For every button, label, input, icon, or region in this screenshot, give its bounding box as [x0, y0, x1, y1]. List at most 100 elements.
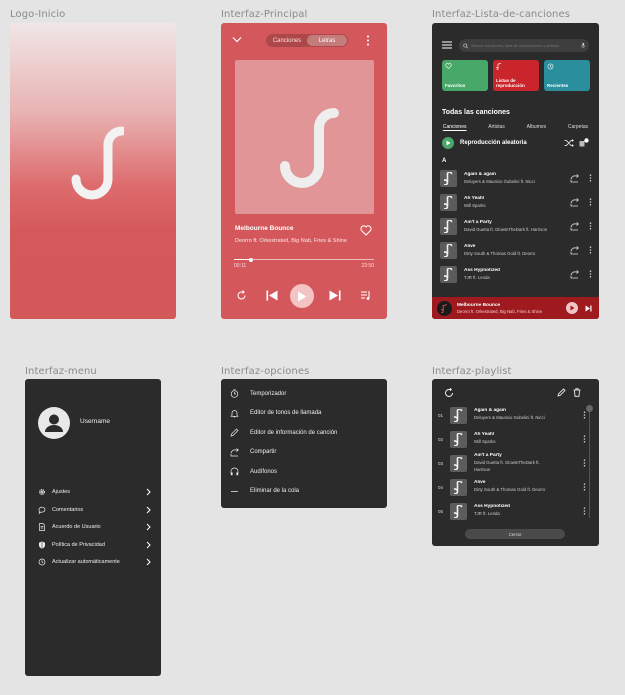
- more-vertical-icon[interactable]: [583, 411, 586, 419]
- shuffle-icon[interactable]: [564, 139, 574, 147]
- song-artist: TJR ft. Lenda: [474, 511, 500, 517]
- music-note-icon: [443, 219, 454, 233]
- list-tabs: Canciones Artistas Albumes Carpetas: [432, 124, 599, 130]
- more-vertical-icon[interactable]: [589, 222, 592, 230]
- refresh-icon[interactable]: [444, 388, 454, 398]
- repeat-icon[interactable]: [236, 290, 247, 301]
- chevron-down-icon[interactable]: [232, 36, 242, 43]
- option-item[interactable]: Editor de información de canción: [230, 428, 337, 437]
- share-icon[interactable]: [570, 173, 579, 183]
- option-item[interactable]: Editor de tonos de llamada: [230, 409, 321, 418]
- option-item[interactable]: Compartir: [230, 447, 277, 457]
- song-artist: David Guetta ft. GlowInTheDark ft. Harri…: [464, 227, 548, 232]
- playlist-row[interactable]: 05 Ass Hypnotized TJR ft. Lenda: [438, 501, 586, 521]
- song-text: Ass Hypnotized TJR ft. Lenda: [474, 504, 583, 517]
- section-title: Todas las canciones: [442, 109, 510, 116]
- elapsed-time: 00:11: [234, 263, 247, 269]
- tab-songs[interactable]: Canciones: [443, 124, 467, 130]
- more-vertical-icon[interactable]: [366, 35, 370, 46]
- song-row[interactable]: Alive Dirty South & Thomas Gold ft. Deorr…: [440, 240, 592, 260]
- menu-item[interactable]: Política de Privacidad: [38, 541, 151, 549]
- song-list-screen: Favoritos Listas de reproducción Recient…: [432, 23, 599, 319]
- search-icon: [463, 43, 469, 48]
- song-artist: Will Sparks: [464, 203, 486, 208]
- avatar[interactable]: [38, 407, 70, 439]
- tab-songs[interactable]: Canciones: [267, 35, 307, 46]
- menu-item[interactable]: Acuerdo de Usuario: [38, 523, 151, 531]
- more-vertical-icon[interactable]: [583, 459, 586, 467]
- song-artist: TJR ft. Lenda: [464, 275, 490, 280]
- queue-icon[interactable]: [360, 290, 371, 301]
- play-icon: [298, 291, 307, 301]
- more-vertical-icon[interactable]: [589, 246, 592, 254]
- tab-artists[interactable]: Artistas: [488, 124, 505, 130]
- tab-albums[interactable]: Albumes: [527, 124, 546, 130]
- song-row[interactable]: Ain't a Party David Guetta ft. GlowInTheD…: [440, 216, 592, 236]
- menu-item[interactable]: Ajustes: [38, 488, 151, 496]
- song-thumbnail: [440, 265, 457, 283]
- music-note-icon: [441, 303, 447, 313]
- next-icon[interactable]: [585, 305, 592, 312]
- menu-item[interactable]: Comentarios: [38, 506, 151, 514]
- mini-play-button[interactable]: [566, 302, 578, 314]
- chevron-right-icon: [146, 506, 151, 514]
- track-number: 02: [438, 436, 444, 442]
- progress-bar[interactable]: [234, 257, 374, 262]
- microphone-icon[interactable]: [580, 42, 585, 49]
- trash-icon[interactable]: [573, 388, 581, 397]
- close-button[interactable]: Cerrar: [465, 529, 565, 539]
- shuffle-play-button[interactable]: [442, 137, 454, 149]
- progress-knob[interactable]: [248, 257, 253, 262]
- username: Username: [80, 418, 110, 425]
- song-title: Alive: [474, 480, 486, 486]
- category-recent[interactable]: Recientes: [544, 60, 590, 91]
- option-label: Eliminar de la cola: [250, 488, 300, 494]
- tab-lyrics[interactable]: Letras: [307, 35, 347, 46]
- song-thumbnail: [450, 502, 467, 520]
- next-icon[interactable]: [329, 290, 341, 301]
- mini-player[interactable]: Melbourne Bounce Deorro ft. Orkestrated,…: [432, 297, 599, 319]
- more-vertical-icon[interactable]: [583, 483, 586, 491]
- share-icon[interactable]: [570, 269, 579, 279]
- song-row[interactable]: Ah Yeah! Will Sparks: [440, 192, 592, 212]
- option-item[interactable]: Temporizador: [230, 389, 286, 398]
- share-icon[interactable]: [570, 221, 579, 231]
- share-icon[interactable]: [570, 197, 579, 207]
- pencil-icon[interactable]: [557, 388, 566, 397]
- heart-icon[interactable]: [360, 225, 372, 236]
- chevron-right-icon: [146, 558, 151, 566]
- song-text: Again & again Deluyers & Mauricio Gubelin…: [464, 172, 570, 184]
- more-vertical-icon[interactable]: [589, 198, 592, 206]
- more-vertical-icon[interactable]: [589, 174, 592, 182]
- scrollbar-thumb[interactable]: [586, 405, 593, 412]
- playlist-row[interactable]: 04 Alive Dirty South & Thomas Gold ft. Deo…: [438, 477, 586, 497]
- select-mode-icon[interactable]: [579, 138, 589, 147]
- option-item[interactable]: Eliminar de la cola: [230, 487, 299, 496]
- menu-item[interactable]: Actualizar automáticamente: [38, 558, 151, 566]
- category-playlists[interactable]: Listas de reproducción: [493, 60, 539, 91]
- option-item[interactable]: Audífonos: [230, 467, 277, 476]
- song-row[interactable]: Ass Hypnotized TJR ft. Lenda: [440, 264, 592, 284]
- search-input[interactable]: [471, 43, 581, 48]
- song-thumbnail: [440, 193, 457, 211]
- menu-item-label: Comentarios: [52, 506, 84, 513]
- hamburger-menu-icon[interactable]: [442, 41, 452, 49]
- minus-icon: [230, 487, 239, 496]
- option-label: Compartir: [250, 449, 277, 455]
- more-vertical-icon[interactable]: [583, 435, 586, 443]
- more-vertical-icon[interactable]: [583, 507, 586, 515]
- song-row[interactable]: Again & again Deluyers & Mauricio Gubelin…: [440, 168, 592, 188]
- playlist-row[interactable]: 02 Ah Yeah! Will Sparks: [438, 429, 586, 449]
- share-icon[interactable]: [570, 245, 579, 255]
- song-artist: Deorro ft. Orkestrated, Big Nab, Fries &…: [235, 238, 347, 244]
- user-icon: [45, 414, 63, 432]
- previous-icon[interactable]: [266, 290, 278, 301]
- category-favorites[interactable]: Favoritos: [442, 60, 488, 91]
- logo-screen: [10, 23, 176, 319]
- playlist-row[interactable]: 01 Again & again Deluyers & Mauricio Gubel…: [438, 405, 586, 425]
- scrollbar-track[interactable]: [589, 408, 590, 518]
- tab-folders[interactable]: Carpetas: [568, 124, 588, 130]
- play-button[interactable]: [290, 284, 314, 308]
- playlist-row[interactable]: 03 Ain't a Party David Guetta ft. GlowInTh…: [438, 453, 586, 473]
- more-vertical-icon[interactable]: [589, 270, 592, 278]
